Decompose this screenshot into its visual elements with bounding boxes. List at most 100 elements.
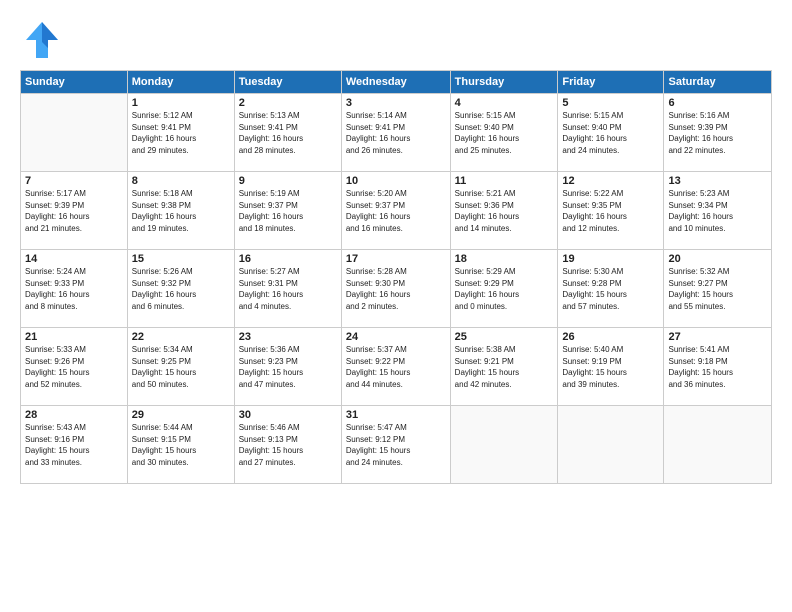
day-info: Sunrise: 5:14 AM Sunset: 9:41 PM Dayligh…	[346, 110, 446, 156]
day-info: Sunrise: 5:29 AM Sunset: 9:29 PM Dayligh…	[455, 266, 554, 312]
day-number: 24	[346, 331, 446, 343]
day-info: Sunrise: 5:30 AM Sunset: 9:28 PM Dayligh…	[562, 266, 659, 312]
calendar-cell: 18Sunrise: 5:29 AM Sunset: 9:29 PM Dayli…	[450, 250, 558, 328]
calendar-cell: 12Sunrise: 5:22 AM Sunset: 9:35 PM Dayli…	[558, 172, 664, 250]
calendar-cell: 6Sunrise: 5:16 AM Sunset: 9:39 PM Daylig…	[664, 94, 772, 172]
calendar-cell: 4Sunrise: 5:15 AM Sunset: 9:40 PM Daylig…	[450, 94, 558, 172]
day-number: 5	[562, 97, 659, 109]
weekday-thursday: Thursday	[450, 71, 558, 94]
day-info: Sunrise: 5:28 AM Sunset: 9:30 PM Dayligh…	[346, 266, 446, 312]
calendar-cell: 19Sunrise: 5:30 AM Sunset: 9:28 PM Dayli…	[558, 250, 664, 328]
calendar-cell: 31Sunrise: 5:47 AM Sunset: 9:12 PM Dayli…	[341, 406, 450, 484]
day-number: 8	[132, 175, 230, 187]
week-row-1: 1Sunrise: 5:12 AM Sunset: 9:41 PM Daylig…	[21, 94, 772, 172]
calendar-cell: 10Sunrise: 5:20 AM Sunset: 9:37 PM Dayli…	[341, 172, 450, 250]
day-number: 11	[455, 175, 554, 187]
day-info: Sunrise: 5:13 AM Sunset: 9:41 PM Dayligh…	[239, 110, 337, 156]
calendar-cell: 16Sunrise: 5:27 AM Sunset: 9:31 PM Dayli…	[234, 250, 341, 328]
day-info: Sunrise: 5:40 AM Sunset: 9:19 PM Dayligh…	[562, 344, 659, 390]
logo-icon	[20, 18, 64, 62]
day-info: Sunrise: 5:26 AM Sunset: 9:32 PM Dayligh…	[132, 266, 230, 312]
day-info: Sunrise: 5:20 AM Sunset: 9:37 PM Dayligh…	[346, 188, 446, 234]
day-number: 20	[668, 253, 767, 265]
day-info: Sunrise: 5:34 AM Sunset: 9:25 PM Dayligh…	[132, 344, 230, 390]
day-info: Sunrise: 5:17 AM Sunset: 9:39 PM Dayligh…	[25, 188, 123, 234]
calendar-cell: 23Sunrise: 5:36 AM Sunset: 9:23 PM Dayli…	[234, 328, 341, 406]
day-number: 25	[455, 331, 554, 343]
calendar-cell: 13Sunrise: 5:23 AM Sunset: 9:34 PM Dayli…	[664, 172, 772, 250]
day-info: Sunrise: 5:19 AM Sunset: 9:37 PM Dayligh…	[239, 188, 337, 234]
weekday-sunday: Sunday	[21, 71, 128, 94]
day-info: Sunrise: 5:15 AM Sunset: 9:40 PM Dayligh…	[455, 110, 554, 156]
day-number: 13	[668, 175, 767, 187]
week-row-2: 7Sunrise: 5:17 AM Sunset: 9:39 PM Daylig…	[21, 172, 772, 250]
calendar-page: SundayMondayTuesdayWednesdayThursdayFrid…	[0, 0, 792, 494]
day-number: 19	[562, 253, 659, 265]
day-info: Sunrise: 5:44 AM Sunset: 9:15 PM Dayligh…	[132, 422, 230, 468]
day-number: 3	[346, 97, 446, 109]
day-number: 17	[346, 253, 446, 265]
day-number: 14	[25, 253, 123, 265]
day-info: Sunrise: 5:32 AM Sunset: 9:27 PM Dayligh…	[668, 266, 767, 312]
calendar-cell: 3Sunrise: 5:14 AM Sunset: 9:41 PM Daylig…	[341, 94, 450, 172]
week-row-5: 28Sunrise: 5:43 AM Sunset: 9:16 PM Dayli…	[21, 406, 772, 484]
week-row-3: 14Sunrise: 5:24 AM Sunset: 9:33 PM Dayli…	[21, 250, 772, 328]
day-number: 1	[132, 97, 230, 109]
day-number: 6	[668, 97, 767, 109]
day-number: 18	[455, 253, 554, 265]
day-number: 23	[239, 331, 337, 343]
calendar-cell	[664, 406, 772, 484]
calendar-cell	[558, 406, 664, 484]
calendar-cell: 15Sunrise: 5:26 AM Sunset: 9:32 PM Dayli…	[127, 250, 234, 328]
day-number: 15	[132, 253, 230, 265]
calendar-cell: 9Sunrise: 5:19 AM Sunset: 9:37 PM Daylig…	[234, 172, 341, 250]
weekday-monday: Monday	[127, 71, 234, 94]
day-info: Sunrise: 5:23 AM Sunset: 9:34 PM Dayligh…	[668, 188, 767, 234]
day-number: 26	[562, 331, 659, 343]
calendar-cell: 25Sunrise: 5:38 AM Sunset: 9:21 PM Dayli…	[450, 328, 558, 406]
day-number: 27	[668, 331, 767, 343]
calendar-cell: 27Sunrise: 5:41 AM Sunset: 9:18 PM Dayli…	[664, 328, 772, 406]
calendar-cell: 2Sunrise: 5:13 AM Sunset: 9:41 PM Daylig…	[234, 94, 341, 172]
calendar-cell: 29Sunrise: 5:44 AM Sunset: 9:15 PM Dayli…	[127, 406, 234, 484]
calendar-cell: 22Sunrise: 5:34 AM Sunset: 9:25 PM Dayli…	[127, 328, 234, 406]
calendar-cell: 5Sunrise: 5:15 AM Sunset: 9:40 PM Daylig…	[558, 94, 664, 172]
day-number: 16	[239, 253, 337, 265]
calendar-cell: 1Sunrise: 5:12 AM Sunset: 9:41 PM Daylig…	[127, 94, 234, 172]
calendar-cell: 28Sunrise: 5:43 AM Sunset: 9:16 PM Dayli…	[21, 406, 128, 484]
day-number: 28	[25, 409, 123, 421]
day-number: 12	[562, 175, 659, 187]
week-row-4: 21Sunrise: 5:33 AM Sunset: 9:26 PM Dayli…	[21, 328, 772, 406]
calendar-cell	[21, 94, 128, 172]
day-number: 31	[346, 409, 446, 421]
day-info: Sunrise: 5:38 AM Sunset: 9:21 PM Dayligh…	[455, 344, 554, 390]
logo	[20, 18, 66, 62]
day-info: Sunrise: 5:12 AM Sunset: 9:41 PM Dayligh…	[132, 110, 230, 156]
day-info: Sunrise: 5:24 AM Sunset: 9:33 PM Dayligh…	[25, 266, 123, 312]
day-info: Sunrise: 5:36 AM Sunset: 9:23 PM Dayligh…	[239, 344, 337, 390]
day-info: Sunrise: 5:22 AM Sunset: 9:35 PM Dayligh…	[562, 188, 659, 234]
calendar-cell: 14Sunrise: 5:24 AM Sunset: 9:33 PM Dayli…	[21, 250, 128, 328]
day-info: Sunrise: 5:15 AM Sunset: 9:40 PM Dayligh…	[562, 110, 659, 156]
day-number: 7	[25, 175, 123, 187]
day-number: 10	[346, 175, 446, 187]
calendar-cell: 11Sunrise: 5:21 AM Sunset: 9:36 PM Dayli…	[450, 172, 558, 250]
day-info: Sunrise: 5:16 AM Sunset: 9:39 PM Dayligh…	[668, 110, 767, 156]
calendar-cell: 30Sunrise: 5:46 AM Sunset: 9:13 PM Dayli…	[234, 406, 341, 484]
day-info: Sunrise: 5:37 AM Sunset: 9:22 PM Dayligh…	[346, 344, 446, 390]
day-info: Sunrise: 5:47 AM Sunset: 9:12 PM Dayligh…	[346, 422, 446, 468]
day-info: Sunrise: 5:41 AM Sunset: 9:18 PM Dayligh…	[668, 344, 767, 390]
weekday-saturday: Saturday	[664, 71, 772, 94]
calendar-cell: 21Sunrise: 5:33 AM Sunset: 9:26 PM Dayli…	[21, 328, 128, 406]
day-info: Sunrise: 5:21 AM Sunset: 9:36 PM Dayligh…	[455, 188, 554, 234]
day-info: Sunrise: 5:18 AM Sunset: 9:38 PM Dayligh…	[132, 188, 230, 234]
calendar-cell	[450, 406, 558, 484]
header	[20, 18, 772, 62]
day-number: 30	[239, 409, 337, 421]
calendar-cell: 26Sunrise: 5:40 AM Sunset: 9:19 PM Dayli…	[558, 328, 664, 406]
calendar-cell: 24Sunrise: 5:37 AM Sunset: 9:22 PM Dayli…	[341, 328, 450, 406]
calendar-cell: 7Sunrise: 5:17 AM Sunset: 9:39 PM Daylig…	[21, 172, 128, 250]
calendar-cell: 8Sunrise: 5:18 AM Sunset: 9:38 PM Daylig…	[127, 172, 234, 250]
day-info: Sunrise: 5:46 AM Sunset: 9:13 PM Dayligh…	[239, 422, 337, 468]
day-info: Sunrise: 5:43 AM Sunset: 9:16 PM Dayligh…	[25, 422, 123, 468]
